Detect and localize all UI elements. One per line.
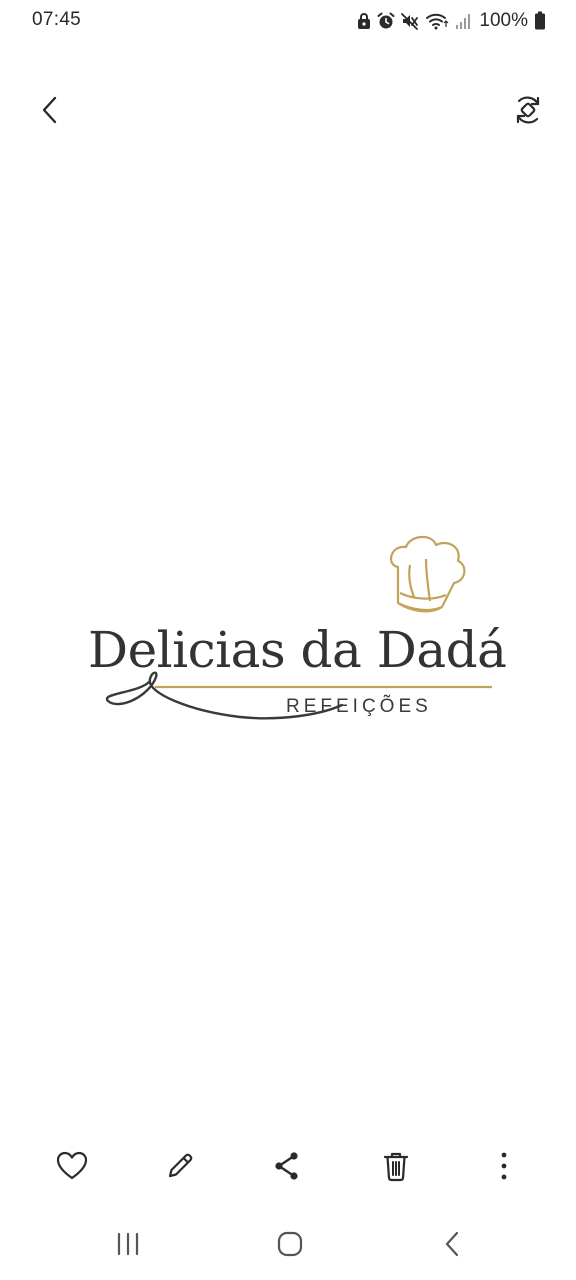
mute-icon (401, 11, 419, 31)
rotate-button[interactable] (508, 90, 548, 130)
recent-apps-icon (117, 1232, 139, 1256)
delete-icon (383, 1152, 409, 1182)
logo: Delicias da Dadá REFEIÇÕES (80, 535, 507, 735)
delete-button[interactable] (376, 1146, 416, 1186)
battery-icon (534, 11, 546, 31)
image-view[interactable]: Delicias da Dadá REFEIÇÕES (0, 150, 576, 1140)
edit-icon (168, 1153, 193, 1178)
top-toolbar (0, 80, 576, 140)
lock-icon (357, 11, 371, 31)
battery-percent: 100% (479, 10, 528, 31)
logo-subtitle: REFEIÇÕES (286, 696, 432, 717)
home-icon (277, 1231, 303, 1257)
gallery-image-viewer: 07:45 100% Delicias da Dadá REFEIÇÕES (0, 0, 576, 1280)
more-options-button[interactable] (484, 1146, 524, 1186)
alarm-icon (377, 11, 395, 31)
recent-apps-button[interactable] (106, 1224, 150, 1264)
favorite-icon (56, 1151, 88, 1180)
share-icon (275, 1152, 298, 1180)
share-button[interactable] (267, 1146, 307, 1186)
edit-button[interactable] (160, 1146, 200, 1186)
wifi-icon (425, 11, 449, 31)
nav-back-button[interactable] (430, 1224, 474, 1264)
status-bar: 07:45 100% (0, 0, 576, 42)
action-bar (0, 1136, 576, 1196)
chevron-left-icon (42, 96, 57, 124)
back-button[interactable] (30, 90, 70, 130)
status-icons: 100% (357, 10, 546, 32)
logo-title: Delicias da Dadá (88, 621, 507, 679)
chef-hat-icon (389, 535, 466, 613)
favorite-button[interactable] (52, 1146, 92, 1186)
status-time: 07:45 (32, 9, 82, 30)
navigation-bar (0, 1216, 576, 1272)
back-icon (445, 1231, 459, 1257)
rotate-icon (516, 96, 540, 124)
home-button[interactable] (268, 1224, 312, 1264)
more-icon (501, 1152, 507, 1180)
signal-icon (455, 11, 471, 31)
